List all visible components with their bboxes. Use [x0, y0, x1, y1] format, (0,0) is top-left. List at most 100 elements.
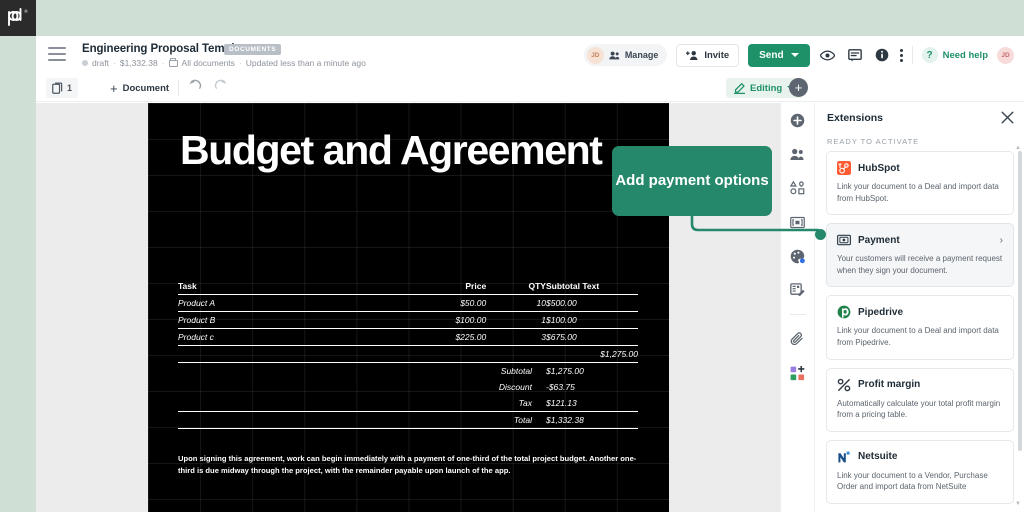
- cell-price: $50.00: [390, 295, 487, 312]
- table-row[interactable]: Product c $225.00 3 $675.00: [178, 329, 638, 346]
- extension-card-pipedrive[interactable]: Pipedrive Link your document to a Deal a…: [826, 295, 1014, 359]
- logo-trademark: ®: [24, 9, 28, 14]
- extension-card-head: Pipedrive: [837, 305, 1003, 319]
- table-row[interactable]: Product B $100.00 1 $100.00: [178, 312, 638, 329]
- spacer-cell: [178, 363, 390, 380]
- extension-card-head: Netsuite: [837, 450, 1003, 464]
- document-heading[interactable]: Budget and Agreement: [180, 125, 610, 175]
- payment-icon: [837, 233, 851, 247]
- pages-count-label: 1: [67, 83, 72, 93]
- summary-value: -$63.75: [546, 379, 638, 395]
- spacer-cell: [178, 412, 390, 429]
- spacer-cell: [178, 346, 390, 363]
- spacer-cell: [178, 395, 390, 412]
- summary-row[interactable]: Discount -$63.75: [178, 379, 638, 395]
- extension-card-hubspot[interactable]: HubSpot Link your document to a Deal and…: [826, 151, 1014, 215]
- spacer-cell: [486, 346, 546, 363]
- running-total-value: $1,275.00: [546, 346, 638, 363]
- add-block-icon[interactable]: [787, 109, 809, 131]
- folder-icon: [169, 60, 178, 67]
- hamburger-icon[interactable]: [48, 47, 66, 61]
- cell-task: Product B: [178, 312, 390, 329]
- pricing-table[interactable]: Task Price QTY Subtotal Text Product A $…: [178, 278, 638, 429]
- summary-row[interactable]: Tax $121.13: [178, 395, 638, 412]
- invite-button[interactable]: Invite: [676, 44, 739, 67]
- preview-eye-icon[interactable]: [819, 46, 837, 64]
- meta-separator-3: ·: [239, 58, 242, 68]
- extension-card-netsuite[interactable]: Netsuite Link your document to a Vendor,…: [826, 440, 1014, 504]
- people-icon: [609, 51, 620, 60]
- spacer-cell: [178, 379, 390, 395]
- manage-button[interactable]: JD Manage: [584, 44, 668, 66]
- callout-tooltip: Add payment options: [612, 146, 772, 216]
- user-avatar[interactable]: JD: [997, 47, 1014, 64]
- extension-card-payment[interactable]: Payment › Your customers will receive a …: [826, 223, 1014, 287]
- extensions-icon[interactable]: [787, 362, 809, 384]
- pricing-table-body: Product A $50.00 10 $500.00 Product B $1…: [178, 295, 638, 429]
- approvals-icon[interactable]: [787, 279, 809, 301]
- meta-separator-1: ·: [113, 58, 116, 68]
- document-paragraph[interactable]: Upon signing this agreement, work can be…: [178, 453, 638, 477]
- extension-card-profit-margin[interactable]: Profit margin Automatically calculate yo…: [826, 368, 1014, 432]
- logo-mark: ®: [7, 8, 29, 28]
- attachments-icon[interactable]: [787, 328, 809, 350]
- extensions-scroll-thumb[interactable]: [1018, 151, 1022, 451]
- question-mark-icon: ?: [922, 47, 938, 63]
- send-button[interactable]: Send: [748, 44, 809, 67]
- extension-description: Link your document to a Deal and import …: [837, 181, 1003, 204]
- cell-task: Product A: [178, 295, 390, 312]
- extension-description: Your customers will receive a payment re…: [837, 253, 1003, 276]
- rail-divider: [790, 314, 806, 315]
- summary-label: Total: [486, 412, 546, 429]
- pages-count-button[interactable]: 1: [46, 78, 78, 98]
- header-divider: [912, 46, 913, 64]
- extension-card-head: Profit margin: [837, 378, 1003, 392]
- callout-endpoint-dot: [815, 229, 826, 240]
- add-document-label: Document: [123, 83, 169, 94]
- updated-timestamp: Updated less than a minute ago: [246, 58, 366, 68]
- avatar: JD: [587, 47, 604, 64]
- add-block-button[interactable]: +: [789, 78, 808, 97]
- summary-row[interactable]: Subtotal $1,275.00: [178, 363, 638, 380]
- extension-description: Link your document to a Deal and import …: [837, 325, 1003, 348]
- spacer-cell: [390, 412, 487, 429]
- send-label: Send: [759, 50, 783, 61]
- document-amount: $1,332.38: [120, 58, 158, 68]
- hubspot-icon: [837, 161, 851, 175]
- extension-name: Payment: [858, 235, 900, 246]
- info-icon[interactable]: [873, 46, 891, 64]
- add-document-button[interactable]: + Document: [110, 78, 169, 98]
- document-page[interactable]: Budget and Agreement Task Price QTY Subt…: [148, 103, 669, 512]
- summary-row-total[interactable]: Total $1,332.38: [178, 412, 638, 429]
- column-header-price: Price: [390, 278, 487, 295]
- summary-value: $1,275.00: [546, 363, 638, 380]
- extensions-scrollbar[interactable]: ▲ ▼: [1018, 151, 1022, 501]
- extensions-header: Extensions: [815, 103, 1024, 133]
- status-dot-icon: [82, 60, 88, 66]
- cell-qty: 1: [486, 312, 546, 329]
- extensions-section-label: READY TO ACTIVATE: [827, 137, 919, 146]
- comment-icon-shape: [848, 49, 862, 62]
- need-help-button[interactable]: ? Need help: [922, 47, 988, 63]
- app-root: ® Engineering Proposal Template DOCUMENT…: [0, 0, 1024, 512]
- comments-icon[interactable]: [846, 46, 864, 64]
- close-icon[interactable]: [1001, 111, 1014, 124]
- app-shell: Engineering Proposal Template DOCUMENTS …: [36, 36, 1024, 512]
- extension-description: Link your document to a Vendor, Purchase…: [837, 470, 1003, 493]
- chevron-right-icon[interactable]: ›: [1000, 235, 1003, 246]
- folder-name[interactable]: All documents: [182, 58, 235, 68]
- table-row[interactable]: Product A $50.00 10 $500.00: [178, 295, 638, 312]
- cell-qty: 10: [486, 295, 546, 312]
- cell-price: $225.00: [390, 329, 487, 346]
- extensions-title: Extensions: [827, 112, 883, 124]
- kebab-menu-icon[interactable]: [900, 49, 903, 62]
- redo-icon[interactable]: [214, 79, 228, 90]
- cell-subtotal: $500.00: [546, 295, 638, 312]
- document-type-badge: DOCUMENTS: [224, 44, 281, 55]
- percent-icon: [837, 378, 851, 392]
- column-header-subtotal: Subtotal Text: [546, 278, 638, 295]
- undo-icon[interactable]: [188, 79, 202, 90]
- manage-label: Manage: [625, 50, 659, 60]
- scroll-down-arrow-icon[interactable]: ▼: [1015, 501, 1021, 507]
- extension-name: Profit margin: [858, 379, 920, 390]
